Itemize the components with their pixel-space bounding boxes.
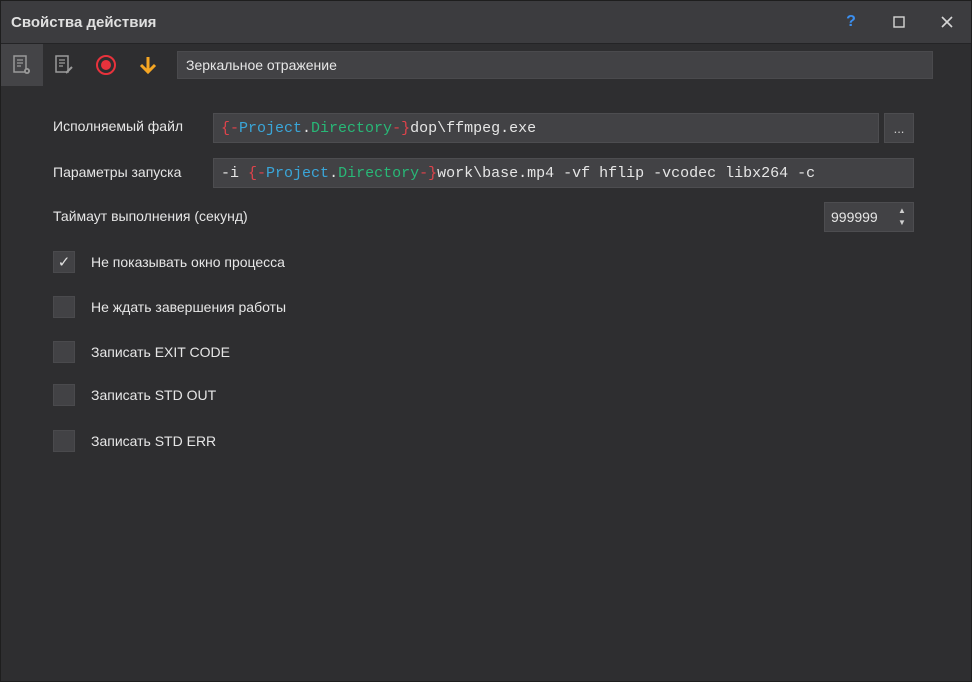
timeout-value: 999999: [831, 209, 878, 225]
var-directory: Directory: [338, 164, 420, 182]
checkbox-row-hide-window[interactable]: ✓ Не показывать окно процесса: [53, 251, 285, 273]
properties-tool-button[interactable]: [1, 44, 43, 86]
exit-code-checkbox[interactable]: [53, 341, 75, 363]
params-input[interactable]: -i {- Project. Directory -} work\base.mp4 -v…: [213, 158, 914, 188]
help-button[interactable]: ?: [827, 1, 875, 43]
exe-path-rest: dop\ffmpeg.exe: [410, 119, 537, 137]
hide-window-label: Не показывать окно процесса: [91, 254, 285, 270]
std-out-checkbox[interactable]: [53, 384, 75, 406]
var-dot: .: [302, 119, 312, 137]
var-brace-close: -}: [392, 119, 411, 137]
edit-tool-button[interactable]: [43, 44, 85, 86]
exe-path-input[interactable]: {- Project. Directory -} dop\ffmpeg.exe: [213, 113, 879, 143]
record-tool-button[interactable]: [85, 44, 127, 86]
checkbox-row-no-wait[interactable]: Не ждать завершения работы: [53, 296, 286, 318]
checkbox-row-std-out[interactable]: Записать STD OUT: [53, 384, 216, 406]
std-err-label: Записать STD ERR: [91, 433, 217, 449]
close-button[interactable]: [923, 1, 971, 43]
browse-button[interactable]: ...: [884, 113, 914, 143]
record-icon: [96, 55, 116, 75]
var-project: Project: [239, 119, 303, 137]
params-label: Параметры запуска: [53, 164, 182, 180]
action-properties-window: Свойства действия ? Зеркальное отражение…: [0, 0, 972, 682]
hide-window-checkbox[interactable]: ✓: [53, 251, 75, 273]
std-out-label: Записать STD OUT: [91, 387, 217, 403]
maximize-icon: [893, 16, 905, 28]
spin-down-icon[interactable]: ▼: [898, 219, 906, 227]
checkbox-row-exit-code[interactable]: Записать EXIT CODE: [53, 341, 230, 363]
params-rest: work\base.mp4 -vf hflip -vcodec libx264 …: [437, 164, 816, 182]
spin-up-icon[interactable]: ▲: [898, 207, 906, 215]
no-wait-checkbox[interactable]: [53, 296, 75, 318]
no-wait-label: Не ждать завершения работы: [91, 299, 287, 315]
std-err-checkbox[interactable]: [53, 430, 75, 452]
title-bar: Свойства действия ?: [1, 1, 971, 44]
close-icon: [941, 16, 953, 28]
timeout-label: Таймаут выполнения (секунд): [53, 208, 248, 224]
arrow-down-icon: [139, 57, 157, 75]
var-brace-close: -}: [419, 164, 438, 182]
var-directory: Directory: [311, 119, 393, 137]
maximize-button[interactable]: [875, 1, 923, 43]
toolbar: Зеркальное отражение: [1, 44, 971, 86]
spin-arrows[interactable]: ▲ ▼: [897, 207, 907, 227]
var-brace-open: {-: [248, 164, 267, 182]
exe-label: Исполняемый файл: [53, 118, 184, 134]
window-title: Свойства действия: [11, 13, 157, 31]
exit-code-label: Записать EXIT CODE: [91, 344, 230, 360]
params-prefix: -i: [221, 164, 240, 182]
move-down-tool-button[interactable]: [127, 44, 169, 86]
action-name-input[interactable]: Зеркальное отражение: [177, 51, 933, 79]
var-brace-open: {-: [221, 119, 240, 137]
var-dot: .: [329, 164, 339, 182]
var-project: Project: [266, 164, 330, 182]
checkbox-row-std-err[interactable]: Записать STD ERR: [53, 430, 216, 452]
timeout-spinbox[interactable]: 999999 ▲ ▼: [824, 202, 914, 232]
document-edit-icon: [55, 55, 73, 74]
document-settings-icon: [13, 55, 30, 74]
